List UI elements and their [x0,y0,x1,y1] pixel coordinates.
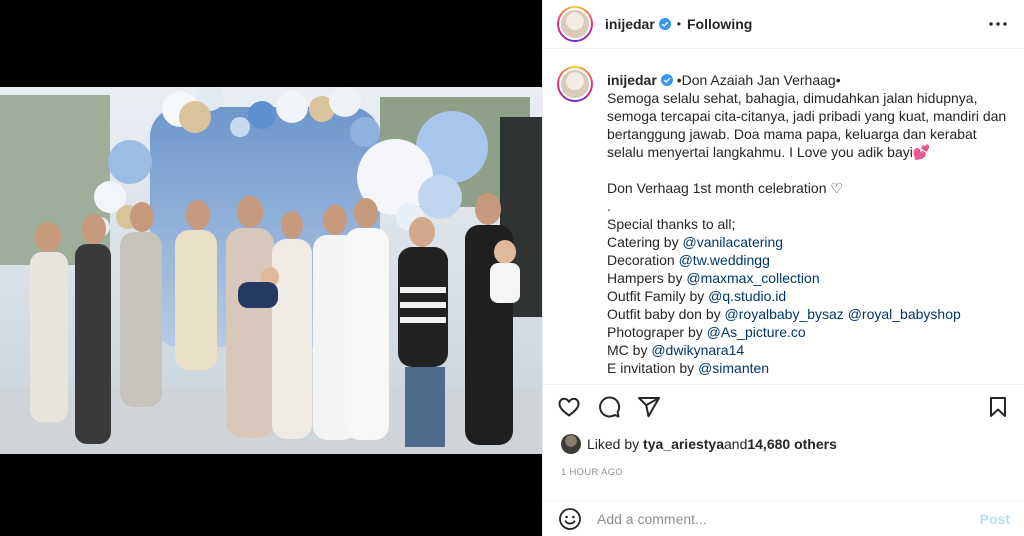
mention-link[interactable]: @simanten [698,360,769,376]
caption-line: selalu menyertai langkahmu. I Love you a… [607,143,1006,161]
likes-summary: Liked by tya_ariestya and 14,680 others [561,434,837,454]
caption-text-segment: Outfit baby don by [607,306,725,322]
liker-avatar[interactable] [561,434,581,454]
caption-text-segment: selalu menyertai langkahmu. I Love you a… [607,144,931,160]
author-username[interactable]: inijedar [605,16,655,32]
likes-conjunction: and [724,436,748,452]
post-side-panel: inijedar • Following inijedar •Don Azaia… [542,0,1024,536]
post-header: inijedar • Following [543,0,1024,49]
verified-badge-icon [658,18,671,30]
action-bar [543,384,1024,428]
caption-line: Photograper by @As_picture.co [607,323,1006,341]
party-photo-illustration [0,87,542,454]
caption-text-segment: MC by [607,342,652,358]
following-button[interactable]: Following [687,16,752,32]
caption-text-segment: Photograper by [607,324,707,340]
more-options-icon[interactable] [986,12,1010,36]
caption-line: Outfit Family by @q.studio.id [607,287,1006,305]
liker-username[interactable]: tya_ariestya [643,436,724,452]
comment-input[interactable] [597,510,980,527]
caption-text-segment: Catering by [607,234,683,250]
caption-line: Special thanks to all; [607,215,1006,233]
caption-line: Outfit baby don by @royalbaby_bysaz @roy… [607,305,1006,323]
header-separator: • [676,17,681,31]
caption-text-segment: semoga tercapai cita-citanya, jadi priba… [607,108,1007,124]
caption-first-line: •Don Azaiah Jan Verhaag• [677,72,841,88]
likes-others-link[interactable]: 14,680 others [747,436,837,452]
verified-badge-icon [660,74,673,86]
likes-prefix: Liked by [587,436,640,452]
caption-line: Hampers by @maxmax_collection [607,269,1006,287]
mention-link[interactable]: @q.studio.id [708,288,786,304]
comment-icon[interactable] [597,395,621,419]
post-timestamp[interactable]: 1 hour ago [561,467,623,478]
bookmark-icon[interactable] [986,395,1010,419]
caption-line: Semoga selalu sehat, bahagia, dimudahkan… [607,89,1006,107]
heart-icon[interactable] [557,395,581,419]
mention-link[interactable]: @As_picture.co [707,324,806,340]
caption-text-segment: E invitation by [607,360,699,376]
comment-bar: Post [543,500,1024,536]
mention-link[interactable]: @dwikynara14 [651,342,744,358]
share-icon[interactable] [637,395,661,419]
caption-text-segment: Outfit Family by [607,288,709,304]
caption-text-segment: . [607,198,611,214]
caption-line: Catering by @vanilacatering [607,233,1006,251]
caption-text-segment: Hampers by [607,270,687,286]
caption-line: MC by @dwikynara14 [607,341,1006,359]
caption-line: Decoration @tw.weddingg [607,251,1006,269]
post-comment-button[interactable]: Post [980,511,1010,527]
caption-text-segment: bertanggung jawab. Doa mama papa, keluar… [607,126,977,142]
caption-text-segment: Special thanks to all; [607,216,736,232]
caption-line: E invitation by @simanten [607,359,1006,377]
caption-line: bertanggung jawab. Doa mama papa, keluar… [607,125,1006,143]
post-photo[interactable] [0,87,542,454]
mention-link[interactable]: @royal_babyshop [848,306,961,322]
caption-line: semoga tercapai cita-citanya, jadi priba… [607,107,1006,125]
caption-username[interactable]: inijedar [607,72,657,88]
caption-line: . [607,197,1006,215]
emoji-icon[interactable] [557,506,583,532]
caption-text: inijedar •Don Azaiah Jan Verhaag• Semoga … [607,55,1006,381]
media-pane [0,0,542,536]
mention-link[interactable]: @maxmax_collection [686,270,819,286]
caption-text-segment: Semoga selalu sehat, bahagia, dimudahkan… [607,90,978,106]
mention-link[interactable]: @royalbaby_bysaz [725,306,844,322]
caption-text-segment: Decoration [607,252,679,268]
mention-link[interactable]: @tw.weddingg [679,252,770,268]
caption-line [607,161,1006,179]
mention-link[interactable]: @vanilacatering [682,234,783,250]
caption-line: Don Verhaag 1st month celebration ♡ [607,179,1006,197]
author-avatar[interactable] [557,6,593,42]
caption-text-segment: Don Verhaag 1st month celebration ♡ [607,180,843,196]
caption-text-segment: •Don Azaiah Jan Verhaag• [676,72,841,88]
caption-author-avatar[interactable] [557,66,593,102]
post-caption: inijedar •Don Azaiah Jan Verhaag• Semoga … [557,55,1010,381]
